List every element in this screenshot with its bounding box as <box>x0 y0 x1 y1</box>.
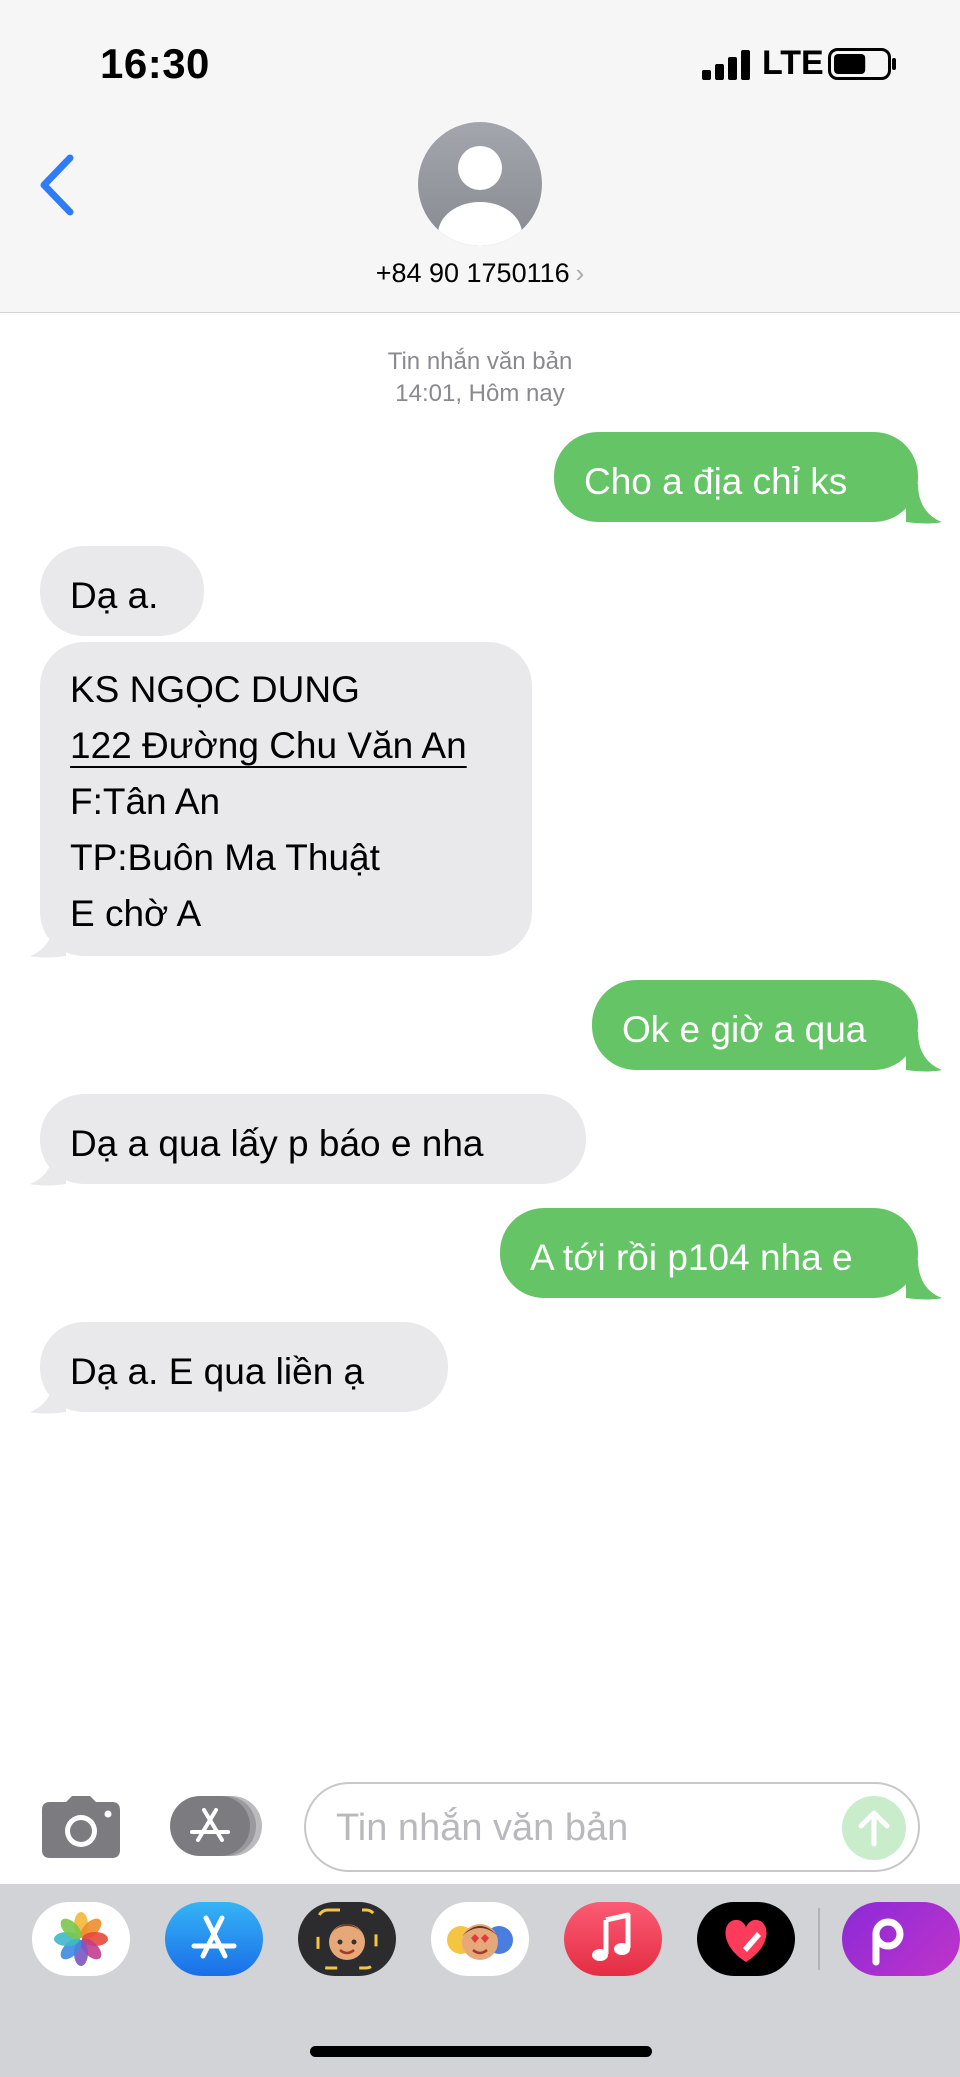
incoming-message[interactable]: Dạ a. <box>40 546 204 636</box>
cellular-signal-icon <box>702 50 750 80</box>
message-line: TP:Buôn Ma Thuật <box>70 837 380 878</box>
message-timestamp: 14:01, Hôm nay <box>395 380 565 407</box>
photos-app-icon[interactable] <box>32 1902 130 1976</box>
incoming-message[interactable]: Dạ a. E qua liền ạ <box>40 1322 448 1412</box>
contact-avatar[interactable] <box>418 122 542 246</box>
message-line: KS NGỌC DUNG <box>70 669 360 710</box>
message-text: Dạ a. <box>70 575 159 616</box>
home-indicator[interactable] <box>310 2046 652 2057</box>
outgoing-message[interactable]: A tới rồi p104 nha e <box>500 1208 918 1298</box>
app-store-app-icon[interactable] <box>165 1902 263 1976</box>
message-input[interactable] <box>334 1798 818 1858</box>
arrow-up-icon <box>858 1810 890 1847</box>
picsart-app-icon[interactable] <box>842 1902 960 1976</box>
app-store-drawer-icon[interactable] <box>170 1796 262 1856</box>
drawer-divider <box>818 1908 820 1970</box>
memoji-app-icon[interactable] <box>298 1902 396 1976</box>
conversation-meta: Tin nhắn văn bản 14:01, Hôm nay <box>0 346 960 410</box>
battery-icon <box>828 48 896 80</box>
incoming-bubble-tail <box>30 1374 66 1414</box>
message-line: E chờ A <box>70 893 202 934</box>
outgoing-bubble-tail <box>906 484 942 524</box>
back-chevron-icon[interactable] <box>34 150 84 220</box>
status-time: 16:30 <box>100 40 210 87</box>
music-app-icon[interactable] <box>564 1902 662 1976</box>
outgoing-message[interactable]: Cho a địa chỉ ks <box>554 432 918 522</box>
contact-number: +84 90 1750116 <box>375 258 570 288</box>
chevron-right-icon: › <box>575 258 585 288</box>
address-link-text: 122 Đường Chu Văn An <box>70 725 467 766</box>
outgoing-message[interactable]: Ok e giờ a qua <box>592 980 918 1070</box>
network-type: LTE <box>762 44 824 82</box>
message-input-field[interactable] <box>304 1782 920 1872</box>
message-text: A tới rồi p104 nha e <box>530 1237 853 1278</box>
outgoing-bubble-tail <box>906 1032 942 1072</box>
message-line: F:Tân An <box>70 781 221 822</box>
message-text: Dạ a. E qua liền ạ <box>70 1351 365 1392</box>
digital-touch-app-icon[interactable] <box>697 1902 795 1976</box>
incoming-bubble-tail <box>30 918 66 958</box>
outgoing-bubble-tail <box>906 1260 942 1300</box>
message-text: Cho a địa chỉ ks <box>584 461 848 502</box>
incoming-bubble-tail <box>30 1146 66 1186</box>
message-text: Dạ a qua lấy p báo e nha <box>70 1123 484 1164</box>
message-text: Ok e giờ a qua <box>622 1009 867 1050</box>
incoming-message[interactable]: KS NGỌC DUNG 122 Đường Chu Văn An F:Tân … <box>40 642 532 956</box>
contact-name[interactable]: +84 90 1750116 › <box>0 258 960 289</box>
incoming-message[interactable]: Dạ a qua lấy p báo e nha <box>40 1094 586 1184</box>
animoji-stickers-app-icon[interactable] <box>431 1902 529 1976</box>
camera-icon[interactable] <box>42 1796 120 1858</box>
message-type-label: Tin nhắn văn bản <box>387 348 573 375</box>
send-button[interactable] <box>842 1796 906 1860</box>
address-link[interactable]: 122 Đường Chu Văn An <box>70 718 502 774</box>
